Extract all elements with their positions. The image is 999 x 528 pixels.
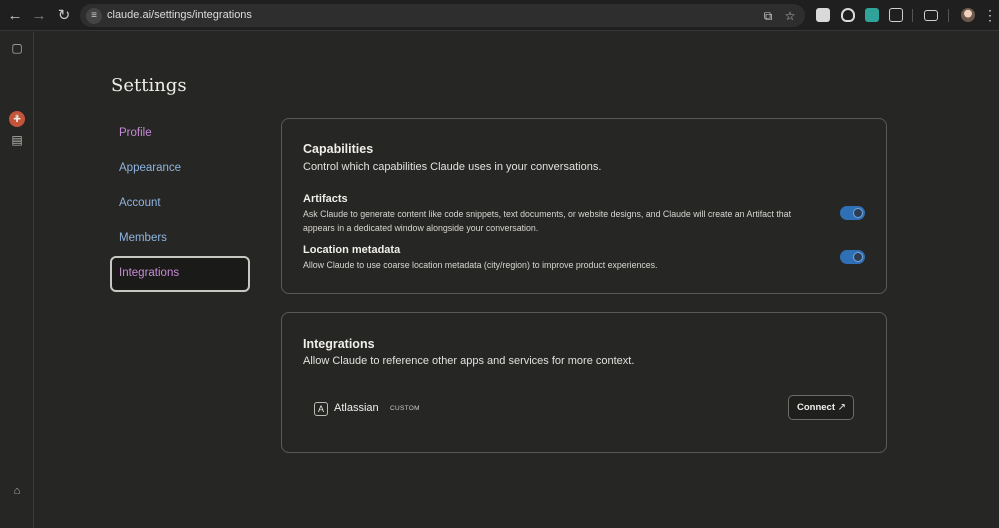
sidebar-toggle-icon[interactable]: ▢ [9, 40, 25, 56]
capabilities-card: Capabilities Control which capabilities … [281, 118, 887, 294]
nav-item-members[interactable]: Members [110, 221, 250, 256]
integrations-card: Integrations Allow Claude to reference o… [281, 312, 887, 453]
tab-search-icon[interactable] [924, 10, 938, 21]
integration-name: Atlassian [334, 402, 379, 414]
left-rail: ▢ + ⌕ ▤ [0, 32, 34, 528]
address-bar[interactable]: ≡ claude.ai/settings/integrations ⧉ ☆ [80, 4, 805, 27]
nav-item-appearance[interactable]: Appearance [110, 151, 250, 186]
connect-button[interactable]: Connect ↗ [788, 395, 854, 420]
profile-avatar[interactable] [961, 8, 975, 22]
toolbar-divider [912, 9, 913, 22]
location-metadata-title: Location metadata [303, 244, 401, 256]
toggle-knob [853, 208, 863, 218]
back-icon[interactable]: ← [6, 7, 24, 25]
custom-badge: CUSTOM [390, 405, 420, 412]
account-icon[interactable]: ⌂ [10, 485, 24, 497]
browser-toolbar: ← → ↻ ≡ claude.ai/settings/integrations … [0, 0, 999, 31]
atlassian-icon: A [314, 402, 328, 416]
artifacts-title: Artifacts [303, 193, 348, 205]
toggle-knob [853, 252, 863, 262]
nav-item-profile[interactable]: Profile [110, 116, 250, 151]
menu-icon[interactable]: ⋮ [983, 6, 997, 24]
site-settings-icon[interactable]: ≡ [86, 8, 102, 24]
capabilities-title: Capabilities [303, 142, 374, 156]
projects-icon[interactable]: ▤ [9, 132, 25, 148]
search-chats-icon[interactable]: ⌕ [9, 108, 25, 124]
qr-extension-icon[interactable] [816, 8, 830, 22]
external-link-icon: ↗ [837, 402, 846, 413]
reload-icon[interactable]: ↻ [55, 7, 73, 25]
url-text[interactable]: claude.ai/settings/integrations [107, 9, 252, 21]
cast-icon[interactable]: ⧉ [760, 8, 776, 24]
artifacts-description: Ask Claude to generate content like code… [303, 209, 792, 233]
nav-item-account[interactable]: Account [110, 186, 250, 221]
bookmark-star-icon[interactable]: ☆ [782, 8, 798, 24]
integrations-subtitle: Allow Claude to reference other apps and… [303, 355, 635, 367]
shield-extension-icon[interactable] [841, 8, 855, 22]
extensions-icon[interactable] [889, 8, 903, 22]
location-metadata-toggle[interactable] [840, 250, 865, 264]
capabilities-subtitle: Control which capabilities Claude uses i… [303, 161, 602, 173]
nav-item-integrations[interactable]: Integrations [110, 256, 250, 292]
page-title: Settings [111, 75, 187, 96]
translate-extension-icon[interactable] [865, 8, 879, 22]
forward-icon[interactable]: → [30, 7, 48, 25]
artifacts-toggle[interactable] [840, 206, 865, 220]
integrations-title: Integrations [303, 337, 375, 351]
toolbar-divider [948, 9, 949, 22]
location-metadata-description: Allow Claude to use coarse location meta… [303, 260, 658, 270]
connect-label: Connect [797, 402, 835, 413]
